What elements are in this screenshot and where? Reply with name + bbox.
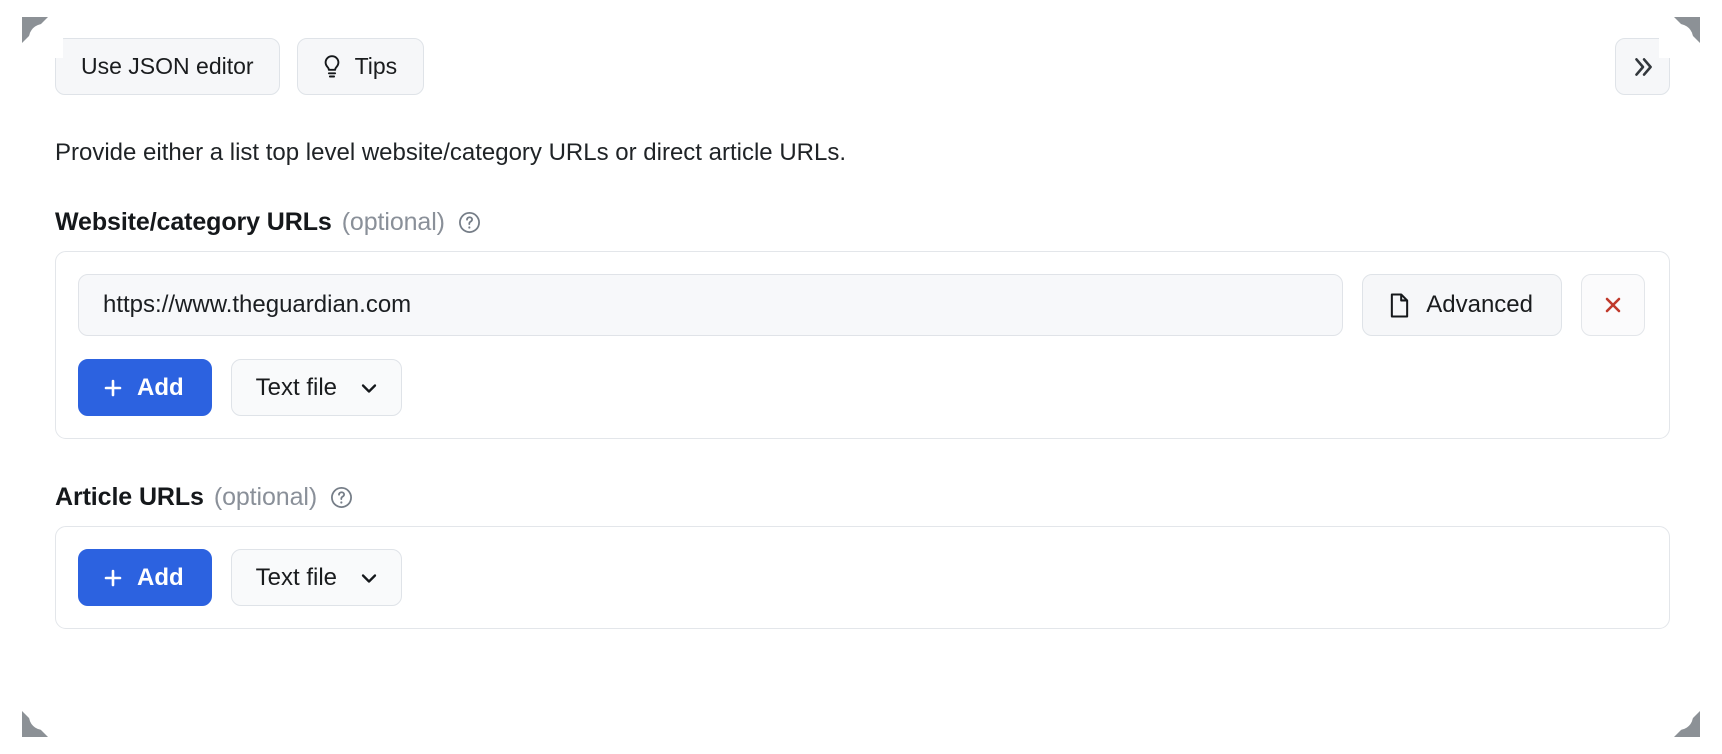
plus-icon — [101, 376, 125, 400]
add-website-url-button[interactable]: Add — [78, 359, 212, 416]
help-circle-icon[interactable] — [329, 485, 354, 510]
website-category-urls-label-row: Website/category URLs (optional) — [55, 208, 1670, 237]
chevron-down-icon — [357, 566, 381, 590]
tips-button[interactable]: Tips — [297, 38, 425, 95]
url-row: Advanced — [78, 274, 1645, 336]
article-urls-box: Add Text file — [55, 526, 1670, 629]
article-urls-label: Article URLs — [55, 483, 204, 512]
plus-icon — [101, 566, 125, 590]
document-icon — [1387, 292, 1412, 319]
use-json-editor-label: Use JSON editor — [81, 53, 254, 80]
tips-label: Tips — [355, 53, 398, 80]
website-url-input[interactable] — [78, 274, 1343, 336]
advanced-button[interactable]: Advanced — [1362, 274, 1562, 336]
website-category-urls-label: Website/category URLs — [55, 208, 332, 237]
expand-panel-button[interactable] — [1615, 38, 1670, 95]
screenshot-root: Use JSON editor Tips — [0, 0, 1722, 754]
article-urls-optional: (optional) — [214, 483, 317, 512]
article-urls-label-row: Article URLs (optional) — [55, 483, 1670, 512]
form-panel: Use JSON editor Tips — [0, 0, 1722, 754]
advanced-label: Advanced — [1426, 291, 1533, 319]
chevron-down-icon — [357, 376, 381, 400]
website-category-urls-group: Website/category URLs (optional) — [55, 208, 1670, 439]
article-urls-group: Article URLs (optional) — [55, 483, 1670, 629]
website-urls-source-value: Text file — [256, 374, 337, 402]
delete-url-button[interactable] — [1581, 274, 1645, 336]
article-urls-source-select[interactable]: Text file — [231, 549, 402, 606]
website-category-urls-box: Advanced — [55, 251, 1670, 439]
article-urls-actions: Add Text file — [78, 549, 1645, 606]
article-urls-source-value: Text file — [256, 564, 337, 592]
add-website-url-label: Add — [137, 374, 184, 402]
close-icon — [1601, 293, 1625, 317]
lightbulb-icon — [320, 54, 344, 80]
top-toolbar: Use JSON editor Tips — [55, 38, 1670, 95]
add-article-url-label: Add — [137, 564, 184, 592]
use-json-editor-button[interactable]: Use JSON editor — [55, 38, 280, 95]
help-circle-icon[interactable] — [457, 210, 482, 235]
form-description: Provide either a list top level website/… — [55, 137, 1670, 168]
website-urls-actions: Add Text file — [78, 359, 1645, 416]
chevron-double-right-icon — [1630, 54, 1656, 80]
website-urls-source-select[interactable]: Text file — [231, 359, 402, 416]
website-category-urls-optional: (optional) — [342, 208, 445, 237]
add-article-url-button[interactable]: Add — [78, 549, 212, 606]
